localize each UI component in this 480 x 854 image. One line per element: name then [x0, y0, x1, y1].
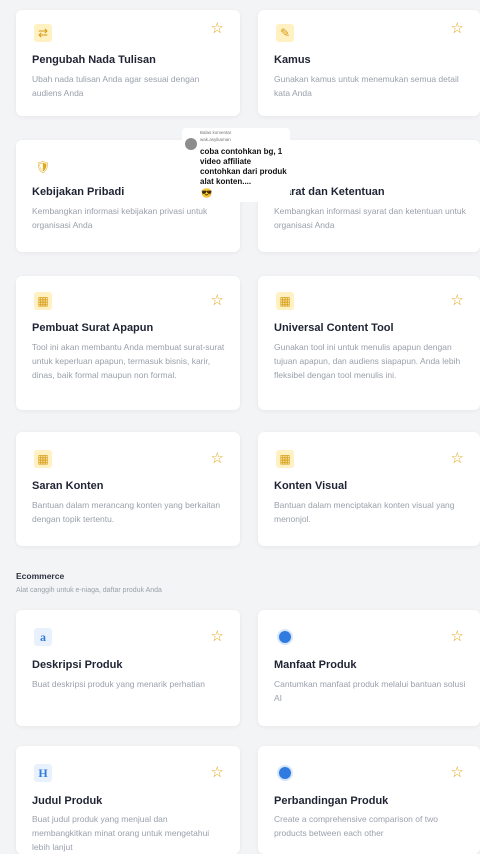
shield-icon: 🛡: [35, 160, 51, 174]
grid-icon: ▦: [34, 292, 52, 310]
card-description: Cantumkan manfaat produk melalui bantuan…: [274, 679, 466, 703]
favorite-star-icon[interactable]: ☆: [451, 765, 464, 780]
card-title: Judul Produk: [32, 795, 103, 807]
comment-username: wak.asyikaman: [200, 137, 231, 142]
card-description: Buat deskripsi produk yang menarik perha…: [32, 679, 205, 689]
favorite-star-icon[interactable]: ☆: [211, 451, 224, 466]
card-description: Gunakan tool ini untuk menulis apapun de…: [274, 342, 461, 380]
tool-card-syarat-ketentuan[interactable]: …arat dan Ketentuan Kembangkan informasi…: [258, 140, 480, 252]
favorite-star-icon[interactable]: ☆: [451, 451, 464, 466]
card-description: Buat judul produk yang menjual dan memba…: [32, 814, 210, 852]
card-title: Pembuat Surat Apapun: [32, 322, 154, 334]
comment-text: coba contohkan bg, 1 video affiliate con…: [200, 147, 287, 186]
card-title: Universal Content Tool: [274, 322, 394, 334]
tool-card-manfaat-produk[interactable]: ☆ Manfaat Produk Cantumkan manfaat produ…: [258, 610, 480, 726]
favorite-star-icon[interactable]: ☆: [451, 293, 464, 308]
amazon-icon: a: [34, 628, 52, 646]
tool-card-deskripsi-produk[interactable]: a ☆ Deskripsi Produk Buat deskripsi prod…: [16, 610, 240, 726]
tool-card-perbandingan-produk[interactable]: ☆ Perbandingan Produk Create a comprehen…: [258, 746, 480, 854]
card-title: Pengubah Nada Tulisan: [32, 54, 156, 66]
tool-card-pengubah-nada[interactable]: ⇄ ☆ Pengubah Nada Tulisan Ubah nada tuli…: [16, 10, 240, 116]
card-description: Tool ini akan membantu Anda membuat sura…: [32, 342, 225, 380]
text-tone-icon: ⇄: [34, 24, 52, 42]
card-description: Ubah nada tulisan Anda agar sesuai denga…: [32, 74, 200, 98]
grid-icon: ▦: [34, 450, 52, 468]
card-title: Kebijakan Pribadi: [32, 186, 125, 198]
tool-card-kamus[interactable]: ✎ ☆ Kamus Gunakan kamus untuk menemukan …: [258, 10, 480, 116]
favorite-star-icon[interactable]: ☆: [211, 765, 224, 780]
card-title: Saran Konten: [32, 480, 104, 492]
card-description: Kembangkan informasi syarat dan ketentua…: [274, 206, 466, 230]
avatar: [185, 138, 197, 150]
favorite-star-icon[interactable]: ☆: [211, 21, 224, 36]
section-subtitle: Alat canggih untuk e-niaga, daftar produ…: [16, 587, 162, 594]
favorite-star-icon[interactable]: ☆: [451, 629, 464, 644]
section-title: Ecommerce: [16, 571, 65, 581]
dictionary-icon: ✎: [276, 24, 294, 42]
comment-meta-label: Balas komentar: [200, 130, 232, 135]
tool-card-konten-visual[interactable]: ▦ ☆ Konten Visual Bantuan dalam mencipta…: [258, 432, 480, 546]
emoji: 😎: [201, 188, 213, 198]
card-description: Kembangkan informasi kebijakan privasi u…: [32, 206, 208, 230]
card-description: Bantuan dalam merancang konten yang berk…: [32, 500, 221, 524]
heading-icon: H: [34, 764, 52, 782]
card-title: Perbandingan Produk: [274, 795, 389, 807]
card-title: Manfaat Produk: [274, 659, 357, 671]
card-title: Kamus: [274, 54, 311, 66]
tool-card-saran-konten[interactable]: ▦ ☆ Saran Konten Bantuan dalam merancang…: [16, 432, 240, 546]
favorite-star-icon[interactable]: ☆: [211, 293, 224, 308]
comment-overlay[interactable]: Balas komentar wak.asyikaman coba contoh…: [182, 128, 290, 202]
compare-icon: [276, 764, 294, 782]
card-title: …arat dan Ketentuan: [274, 186, 385, 198]
favorite-star-icon[interactable]: ☆: [211, 629, 224, 644]
card-description: Gunakan kamus untuk menemukan semua deta…: [274, 74, 459, 98]
favorite-star-icon[interactable]: ☆: [451, 21, 464, 36]
card-description: Bantuan dalam menciptakan konten visual …: [274, 500, 455, 524]
tool-card-pembuat-surat[interactable]: ▦ ☆ Pembuat Surat Apapun Tool ini akan m…: [16, 276, 240, 410]
grid-icon: ▦: [276, 450, 294, 468]
tool-card-universal-content[interactable]: ▦ ☆ Universal Content Tool Gunakan tool …: [258, 276, 480, 410]
card-description: Create a comprehensive comparison of two…: [274, 814, 438, 838]
card-title: Deskripsi Produk: [32, 659, 123, 671]
grid-icon: ▦: [276, 292, 294, 310]
tool-card-judul-produk[interactable]: H ☆ Judul Produk Buat judul produk yang …: [16, 746, 240, 854]
card-title: Konten Visual: [274, 480, 348, 492]
product-icon: [276, 628, 294, 646]
